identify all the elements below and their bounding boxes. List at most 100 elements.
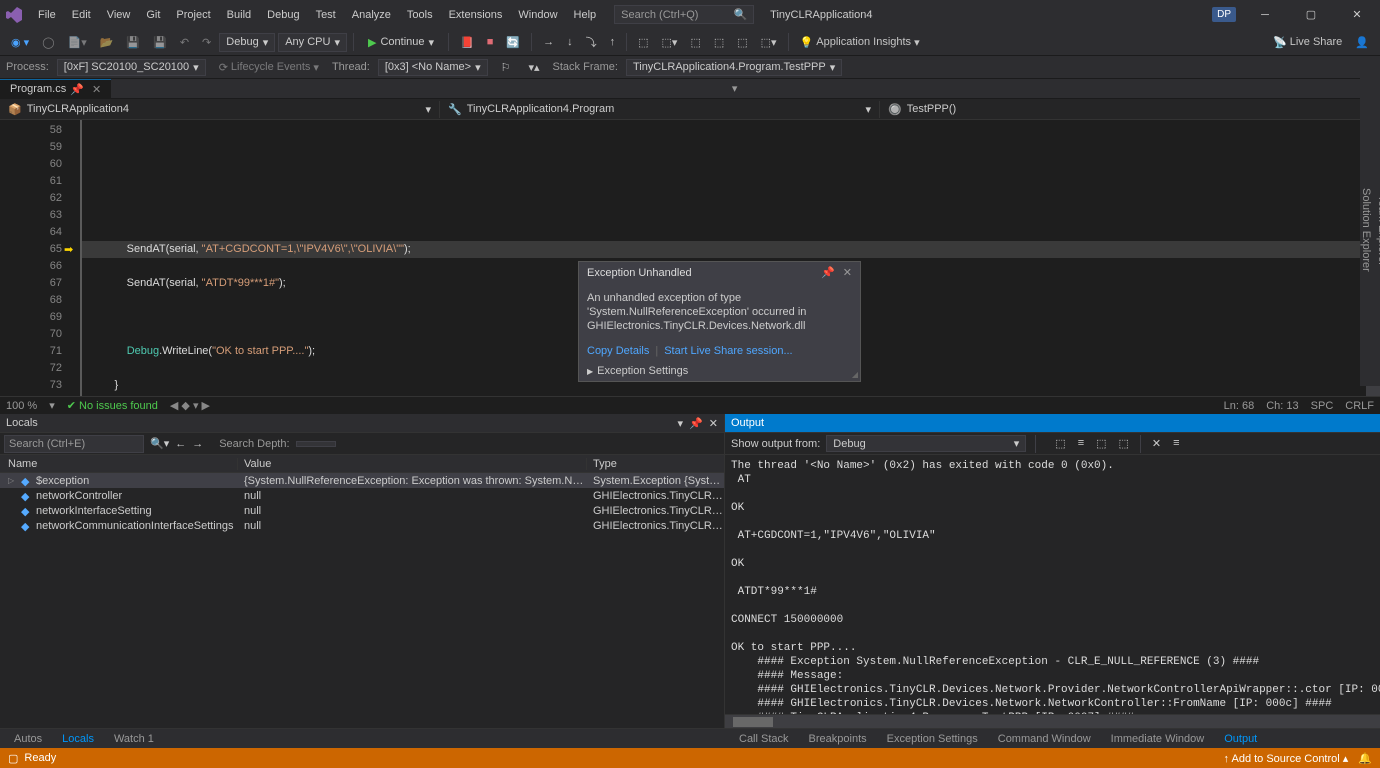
locals-row[interactable]: ◆networkInterfaceSetting null GHIElectro… [0, 503, 724, 518]
pin-icon[interactable]: 📌 [689, 417, 703, 430]
menu-debug[interactable]: Debug [259, 4, 307, 26]
tab-callstack[interactable]: Call Stack [729, 730, 799, 748]
menu-help[interactable]: Help [566, 4, 605, 26]
col-value[interactable]: Value [238, 458, 587, 470]
tab-breakpoints[interactable]: Breakpoints [799, 730, 877, 748]
locals-row[interactable]: ▷◆$exception {System.NullReferenceExcept… [0, 473, 724, 488]
resize-grip-icon[interactable]: ◢ [852, 370, 858, 379]
nav-icons[interactable]: ◀ ◆ ▾ ▶ [170, 399, 210, 412]
output-source-combo[interactable]: Debug▾ [826, 435, 1026, 452]
indent-mode[interactable]: SPC [1311, 400, 1334, 412]
step-out-button[interactable]: ↑ [605, 33, 621, 51]
nav-class-combo[interactable]: 🔧 TinyCLRApplication4.Program▾ [440, 101, 880, 118]
debug-btn-e[interactable]: ⬚ [732, 33, 752, 52]
output-text[interactable]: The thread '<No Name>' (0x2) has exited … [725, 455, 1380, 714]
output-scrollbar[interactable] [725, 714, 1380, 728]
step-into-button[interactable]: ↓ [562, 33, 578, 51]
menu-view[interactable]: View [99, 4, 139, 26]
menu-analyze[interactable]: Analyze [344, 4, 399, 26]
search-nav-next[interactable]: → [192, 438, 203, 450]
pin-icon[interactable]: 📌 [70, 83, 84, 96]
save-all-button[interactable]: 💾 [148, 33, 172, 52]
stop-button[interactable]: ■ [482, 33, 499, 51]
start-liveshare-link[interactable]: Start Live Share session... [664, 345, 792, 357]
col-type[interactable]: Type [587, 458, 724, 470]
lifecycle-button[interactable]: ⟳ Lifecycle Events ▾ [214, 58, 324, 77]
debug-btn-b[interactable]: ⬚▾ [657, 33, 683, 52]
locals-search-input[interactable]: Search (Ctrl+E) [4, 435, 144, 453]
restart-button[interactable]: 🔄 [501, 33, 525, 52]
live-share-button[interactable]: 📡 Live Share [1268, 33, 1347, 52]
menu-test[interactable]: Test [308, 4, 344, 26]
locals-row[interactable]: ◆networkCommunicationInterfaceSettings n… [0, 518, 724, 533]
add-source-control-button[interactable]: ↑ Add to Source Control ▴ [1224, 752, 1349, 765]
thread-combo[interactable]: [0x3] <No Name>▾ [378, 59, 488, 76]
code-editor[interactable]: 5859606162636465666768697071727374757677… [0, 120, 1380, 396]
locals-title[interactable]: Locals ▾📌✕ [0, 414, 724, 433]
search-input[interactable]: Search (Ctrl+Q) 🔍 [614, 5, 754, 24]
stack-combo[interactable]: TinyCLRApplication4.Program.TestPPP▾ [626, 59, 842, 76]
copy-details-link[interactable]: Copy Details [587, 345, 649, 357]
output-btn-2[interactable]: ≡ [1074, 435, 1088, 453]
search-depth-input[interactable] [296, 441, 336, 447]
col-name[interactable]: Name [0, 458, 238, 470]
menu-tools[interactable]: Tools [399, 4, 441, 26]
menu-project[interactable]: Project [168, 4, 218, 26]
output-btn-4[interactable]: ⬚ [1115, 435, 1133, 453]
close-tab-icon[interactable]: ✕ [92, 83, 101, 96]
save-button[interactable]: 💾 [121, 33, 145, 52]
minimize-button[interactable]: ─ [1248, 1, 1282, 29]
debug-btn-d[interactable]: ⬚ [709, 33, 729, 52]
menu-window[interactable]: Window [510, 4, 565, 26]
tab-immediate-window[interactable]: Immediate Window [1101, 730, 1215, 748]
show-next-button[interactable]: → [538, 33, 559, 51]
redo-button[interactable]: ↷ [197, 33, 216, 52]
output-clear-button[interactable]: ✕ [1148, 435, 1165, 453]
search-nav-prev[interactable]: ← [175, 438, 186, 450]
tab-exception-settings[interactable]: Exception Settings [877, 730, 988, 748]
app-insights-button[interactable]: 💡 Application Insights ▾ [795, 33, 925, 52]
open-button[interactable]: 📂 [95, 33, 119, 52]
menu-edit[interactable]: Edit [64, 4, 99, 26]
step-over-button[interactable]: ⤵ [581, 31, 602, 53]
rail-solution-explorer[interactable]: Solution Explorer [1360, 188, 1372, 272]
menu-file[interactable]: File [30, 4, 64, 26]
search-icon[interactable]: 🔍▾ [150, 437, 169, 450]
thread-flag-button[interactable]: ⚐ [496, 58, 516, 77]
close-popup-icon[interactable]: ✕ [843, 266, 852, 279]
forward-button[interactable]: ◯ [37, 33, 59, 52]
back-button[interactable]: ◉ ▾ [6, 33, 34, 52]
issues-status[interactable]: ✔ No issues found [67, 399, 158, 412]
tab-output[interactable]: Output [1214, 730, 1267, 748]
new-item-button[interactable]: 📄▾ [63, 33, 92, 52]
continue-button[interactable]: ▶Continue ▾ [360, 33, 442, 52]
notifications-icon[interactable]: 🔔 [1358, 752, 1372, 765]
menu-build[interactable]: Build [219, 4, 259, 26]
locals-row[interactable]: ◆networkController null GHIElectronics.T… [0, 488, 724, 503]
feedback-button[interactable]: 👤 [1350, 33, 1374, 52]
process-combo[interactable]: [0xF] SC20100_SC20100▾ [57, 59, 206, 76]
platform-combo[interactable]: Any CPU ▾ [278, 33, 347, 52]
exception-settings-expander[interactable]: ▶Exception Settings [579, 361, 860, 381]
tab-locals[interactable]: Locals [52, 730, 104, 748]
line-ending[interactable]: CRLF [1345, 400, 1374, 412]
output-btn-1[interactable]: ⬚ [1051, 435, 1069, 453]
nav-method-combo[interactable]: 🔘 TestPPP()▾ [880, 101, 1380, 118]
thread-toggle-button[interactable]: ▾▴ [523, 58, 544, 77]
config-combo[interactable]: Debug ▾ [219, 33, 275, 52]
pin-icon[interactable]: 📌 [821, 266, 835, 279]
tab-menu-icon[interactable]: ▾ [726, 79, 744, 98]
debug-btn-c[interactable]: ⬚ [685, 33, 705, 52]
undo-button[interactable]: ↶ [175, 33, 194, 52]
debug-btn-f[interactable]: ⬚▾ [756, 33, 782, 52]
doc-tab-program[interactable]: Program.cs 📌 ✕ [0, 79, 111, 99]
tab-autos[interactable]: Autos [4, 730, 52, 748]
menu-git[interactable]: Git [138, 4, 168, 26]
maximize-button[interactable]: ▢ [1294, 1, 1328, 29]
dropdown-icon[interactable]: ▾ [678, 417, 684, 430]
output-wrap-button[interactable]: ≡ [1169, 435, 1183, 453]
debug-btn-a[interactable]: ⬚ [633, 33, 653, 52]
output-title[interactable]: Output ▾📌✕ [725, 414, 1380, 433]
close-button[interactable]: ✕ [1340, 1, 1374, 29]
nav-project-combo[interactable]: 📦 TinyCLRApplication4▾ [0, 101, 440, 118]
